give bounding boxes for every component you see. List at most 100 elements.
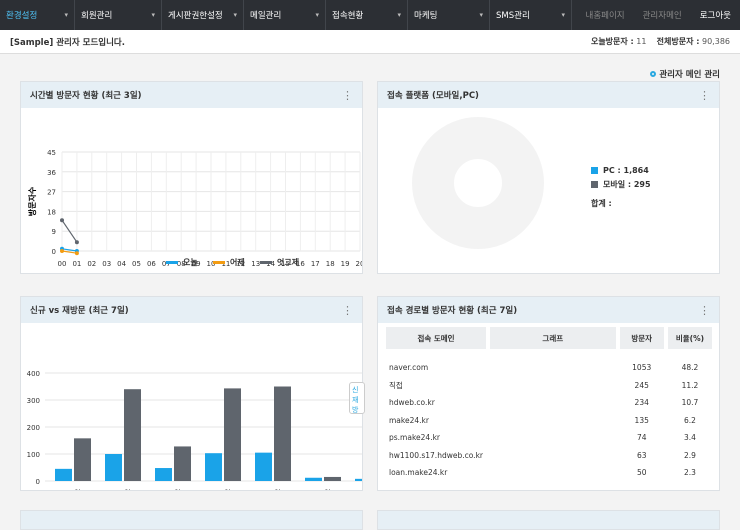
legend-item-pc: PC : 1,864 [591, 166, 651, 175]
nav-label: SMS관리 [496, 11, 530, 21]
panel-title: 접속 플랫폼 (모바일,PC) [387, 91, 479, 101]
donut-ring [412, 117, 544, 249]
data-point [60, 218, 64, 223]
data-point [74, 251, 79, 256]
chevron-down-icon: ▾ [397, 11, 401, 19]
table-cell: 3.4 [683, 433, 696, 443]
nav-label: 메일관리 [250, 11, 282, 21]
table-cell [490, 447, 616, 465]
x-tick-label: 06 [147, 260, 156, 268]
kebab-menu-icon[interactable]: ⋮ [699, 89, 710, 102]
my-homepage-link[interactable]: 내홈페이지 [577, 9, 634, 21]
total-visitors-value: 90,386 [702, 37, 730, 46]
x-tick-label: 01일 [65, 488, 80, 490]
nav-item-marketing[interactable]: 마케팅 ▾ [408, 0, 490, 30]
nav-item-sms[interactable]: SMS관리 ▾ [490, 0, 572, 30]
x-tick-label: 13 [251, 260, 260, 268]
y-tick-label: 0 [36, 478, 40, 486]
legend-label: 엇그제 [277, 257, 299, 267]
y-tick-label: 27 [47, 189, 56, 197]
kebab-menu-icon[interactable]: ⋮ [699, 304, 710, 317]
nav-label: 마케팅 [414, 11, 438, 21]
today-visitors-label: 오늘방문자 : [590, 37, 634, 46]
y-tick-label: 300 [27, 397, 40, 405]
table-row: make24.kr 135 6.2 [386, 412, 712, 430]
data-point [74, 240, 79, 245]
platform-pie-chart [412, 117, 544, 249]
y-tick-label: 9 [52, 228, 56, 236]
pie-legend: PC : 1,864 모바일 : 295 합계 : [591, 166, 651, 209]
y-tick-label: 200 [27, 424, 40, 432]
column-header: 그래프 [490, 327, 616, 349]
table-cell [490, 464, 616, 482]
y-tick-label: 18 [47, 208, 56, 216]
nav-item-access[interactable]: 접속현황 ▾ [326, 0, 408, 30]
platform-panel: 접속 플랫폼 (모바일,PC) ⋮ PC : 1,864 모바일 : 295 합계… [377, 81, 720, 274]
table-cell [490, 394, 616, 412]
panel-title: 시간별 방문자 현황 (최근 3일) [30, 91, 142, 101]
table-cell: 50 [636, 468, 647, 478]
today-visitors-value: 11 [636, 37, 647, 46]
table-cell: 10.7 [681, 398, 699, 408]
kebab-menu-icon[interactable]: ⋮ [342, 89, 353, 102]
panel-header: 접속 경로별 방문자 현황 (최근 7일) ⋮ [378, 297, 719, 323]
chart-tooltip: 신 재방 [349, 382, 365, 414]
x-tick-label: 05 [132, 260, 141, 268]
x-tick-label: 02일 [115, 488, 130, 490]
x-tick-label: 06일 [315, 488, 330, 490]
panel-header: 신규 vs 재방문 (최근 7일) ⋮ [21, 297, 362, 323]
table-row: 직접 245 11.2 [386, 377, 712, 395]
logout-link[interactable]: 로그아웃 [691, 9, 740, 21]
table-cell: 48.2 [681, 363, 699, 373]
legend-swatch [260, 261, 272, 264]
bar [124, 389, 141, 481]
table-cell: 직접 [389, 380, 403, 390]
circle-icon [650, 71, 657, 77]
table-cell: 234 [634, 398, 649, 408]
x-tick-label: 00 [58, 260, 67, 268]
bar [74, 438, 91, 481]
nav-item-board-permissions[interactable]: 게시판권한설정 ▾ [162, 0, 244, 30]
admin-main-link[interactable]: 관리자메인 [634, 9, 691, 21]
referrer-panel: 접속 경로별 방문자 현황 (최근 7일) ⋮ 접속 도메인 그래프 방문자 비율… [377, 296, 720, 491]
panel-header-partial [377, 510, 720, 530]
chevron-down-icon: ▾ [151, 11, 155, 19]
bar [255, 452, 272, 481]
kebab-menu-icon[interactable]: ⋮ [342, 304, 353, 317]
panel-header-partial [20, 510, 363, 530]
legend-swatch [166, 261, 178, 264]
nav-item-mail[interactable]: 메일관리 ▾ [244, 0, 326, 30]
new-vs-return-bar-chart: 0 100 200 300 400 01일 02일 03일 04일 05일 06일 [27, 370, 362, 490]
chevron-down-icon: ▾ [561, 11, 565, 19]
admin-main-settings-link[interactable]: 관리자 메인 관리 [650, 68, 720, 80]
bar [105, 454, 122, 481]
table-cell: 1053 [632, 363, 652, 373]
x-tick-label: 03 [102, 260, 111, 268]
y-tick-label: 36 [47, 169, 56, 177]
bar [174, 446, 191, 481]
total-visitors-label: 전체방문자 : [656, 37, 700, 46]
nav-item-settings[interactable]: 환경설정 ▾ [0, 0, 75, 30]
legend-swatch [591, 181, 598, 188]
nav-label: 환경설정 [6, 11, 38, 21]
table-cell: hdweb.co.kr [389, 398, 435, 408]
table-row: ps.make24.kr 74 3.4 [386, 429, 712, 447]
visitor-stats: 오늘방문자 : 11 전체방문자 : 90,386 [591, 36, 730, 47]
y-tick-label: 0 [52, 248, 56, 256]
bar [274, 386, 291, 481]
table-cell: loan.make24.kr [389, 468, 448, 478]
legend-label: 어제 [230, 257, 245, 267]
legend-swatch [213, 261, 225, 264]
legend-label: 모바일 : 295 [603, 180, 651, 189]
hourly-visitors-panel: 시간별 방문자 현황 (최근 3일) ⋮ 0 9 18 27 36 45 00 01 02 03 04… [20, 81, 364, 274]
legend-swatch [591, 167, 598, 174]
panel-header: 접속 플랫폼 (모바일,PC) ⋮ [378, 82, 719, 108]
referrer-table: 접속 도메인 그래프 방문자 비율(%) naver.com 1053 48.2 직접… [382, 327, 716, 482]
nav-item-members[interactable]: 회원관리 ▾ [75, 0, 162, 30]
x-tick-label: 04일 [215, 488, 230, 490]
spacer-row [386, 349, 712, 359]
panel-title: 접속 경로별 방문자 현황 (최근 7일) [387, 306, 518, 316]
x-tick-label: 05일 [265, 488, 280, 490]
table-cell: ps.make24.kr [389, 433, 440, 443]
table-cell [490, 359, 616, 377]
